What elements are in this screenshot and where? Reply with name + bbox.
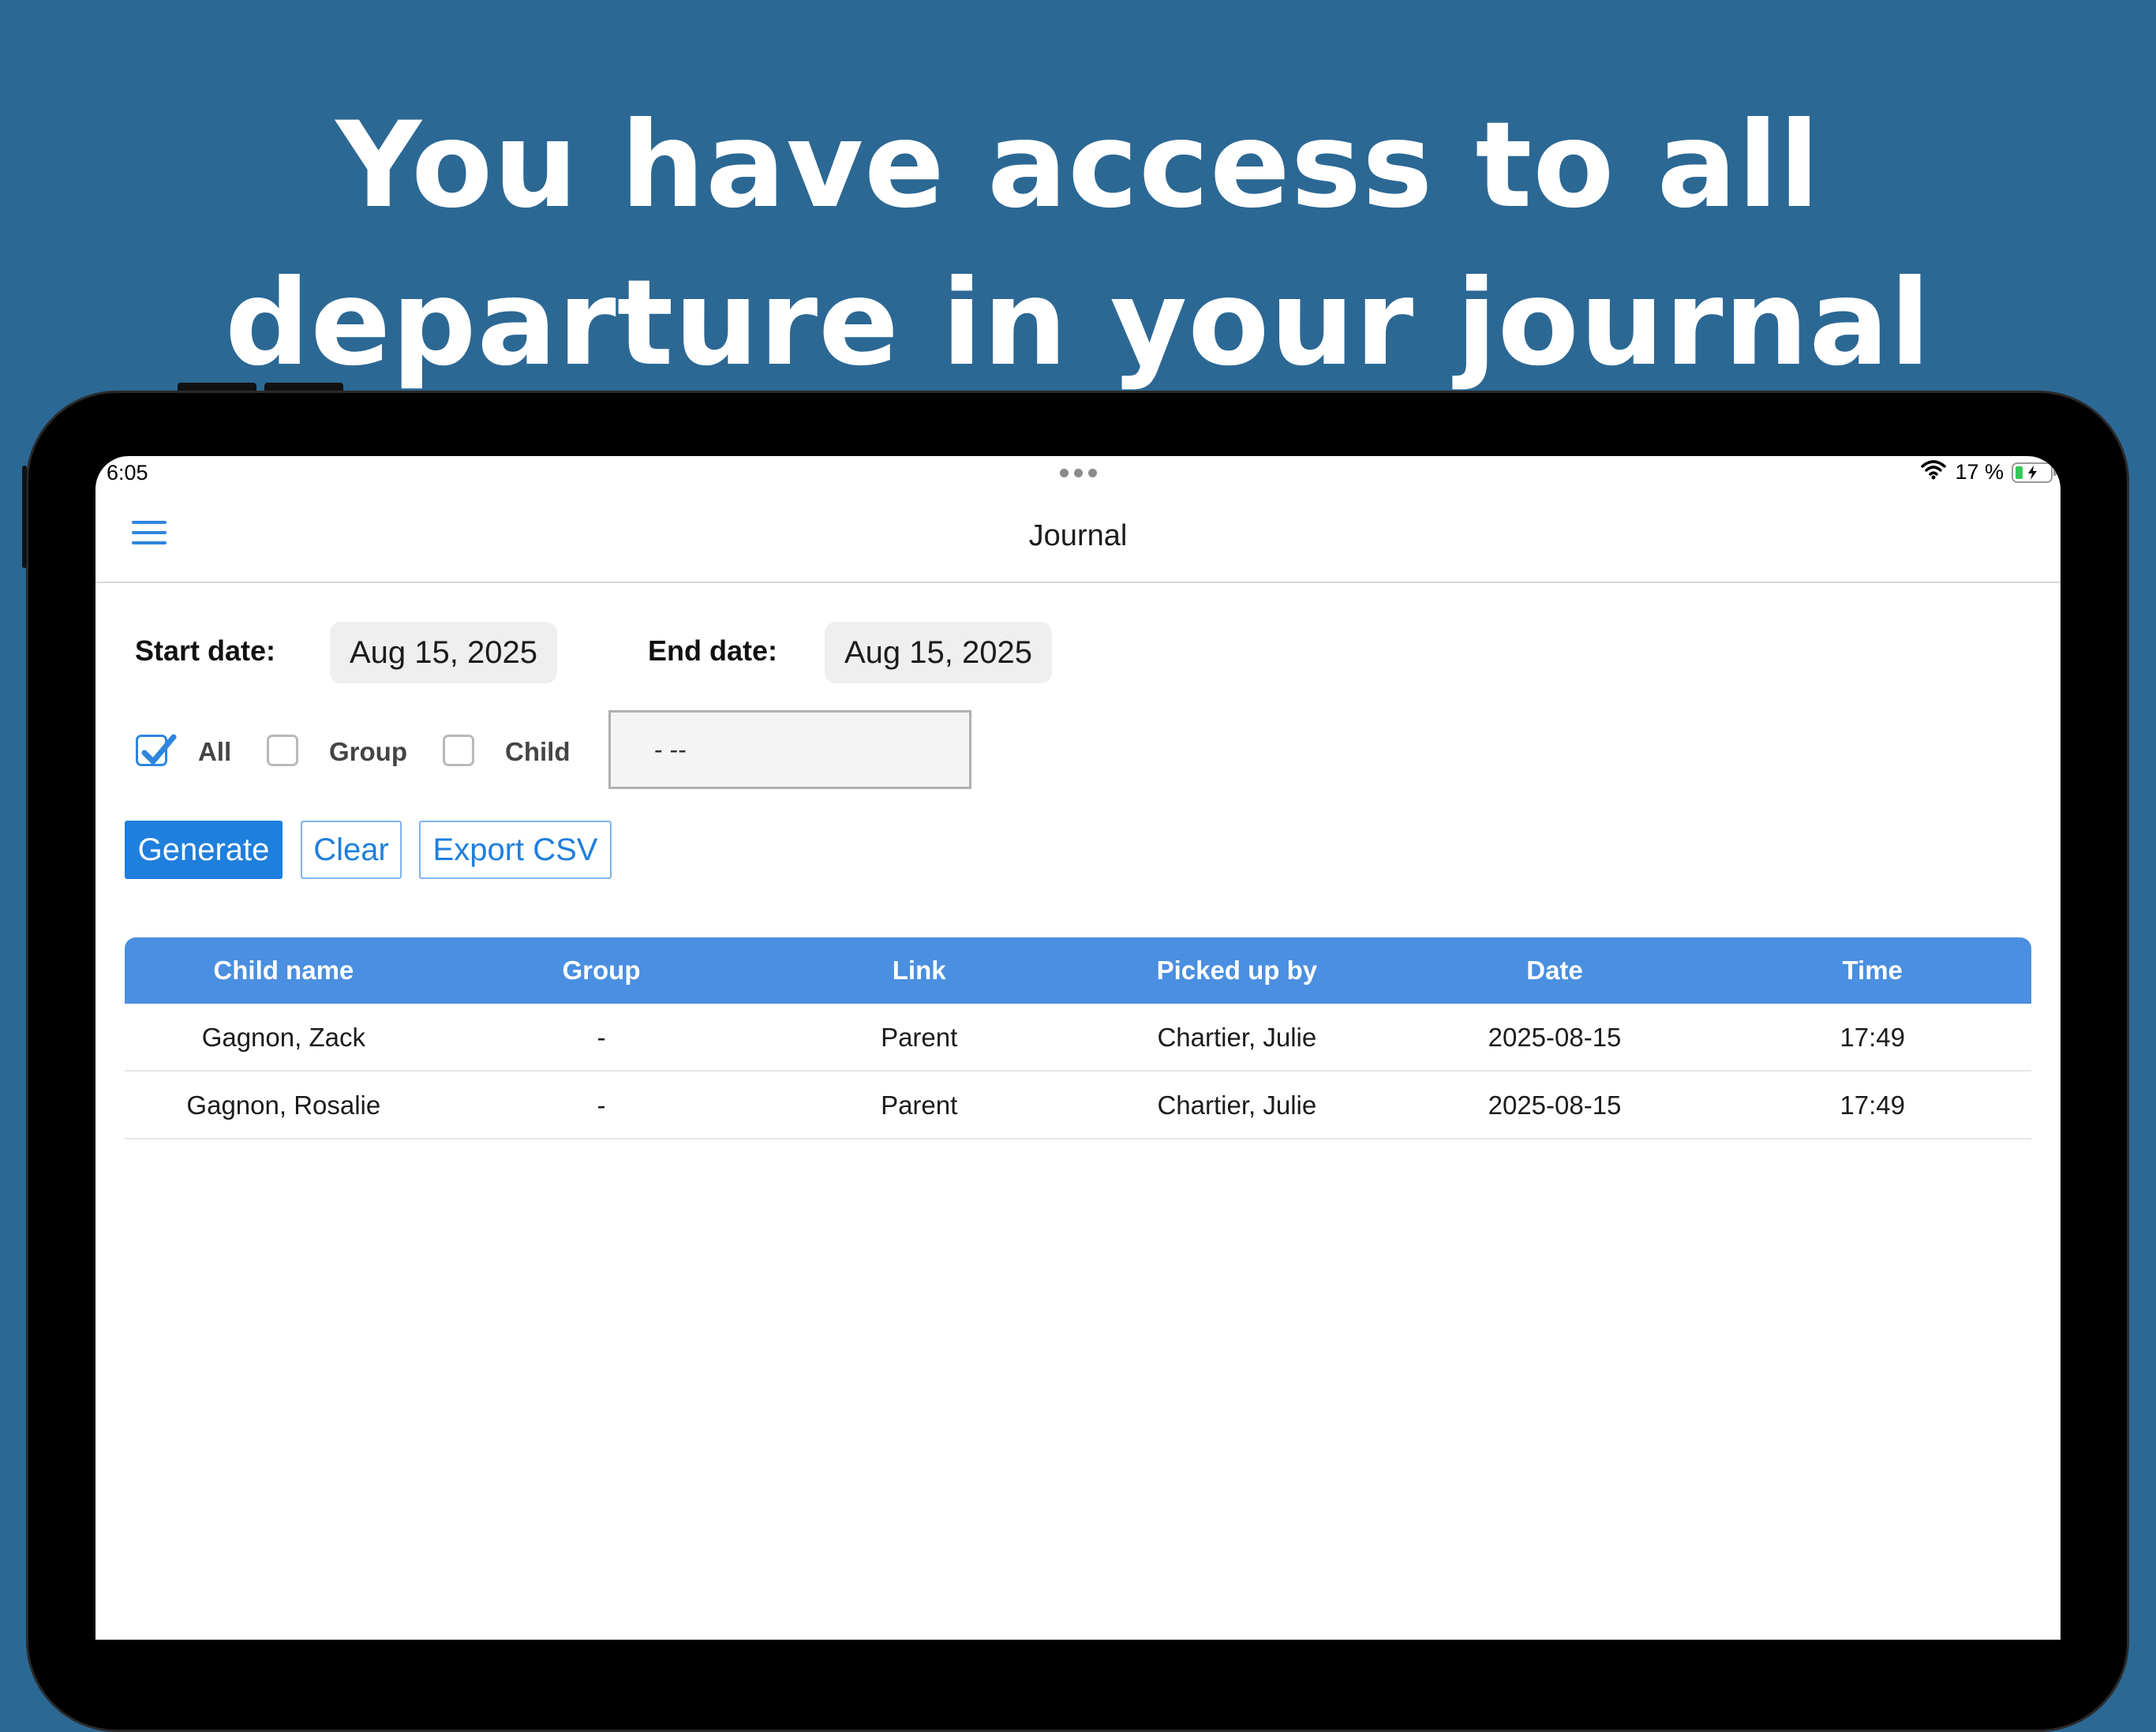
child-checkbox-label[interactable]: Child bbox=[505, 737, 570, 767]
headline-line-2: departure in your journal bbox=[225, 255, 1931, 392]
cell-child-name: Gagnon, Rosalie bbox=[186, 1090, 381, 1120]
headline-line-1: You have access to all bbox=[335, 97, 1821, 234]
end-date-label: End date: bbox=[648, 634, 778, 667]
multitasking-dots[interactable] bbox=[1060, 462, 1097, 477]
cell-group: - bbox=[597, 1023, 606, 1052]
column-header-link[interactable]: Link bbox=[760, 937, 1078, 1004]
cell-group: - bbox=[597, 1090, 606, 1120]
cell-link: Parent bbox=[881, 1090, 958, 1120]
page-title: Journal bbox=[1028, 519, 1128, 552]
cell-time: 17:49 bbox=[1840, 1023, 1905, 1052]
status-bar: 6:05 17 % bbox=[95, 456, 2061, 492]
cell-link: Parent bbox=[881, 1023, 958, 1052]
child-checkbox[interactable] bbox=[443, 735, 474, 766]
all-checkbox[interactable] bbox=[136, 734, 177, 766]
cell-picked-up-by: Chartier, Julie bbox=[1157, 1090, 1317, 1120]
cell-date: 2025-08-15 bbox=[1488, 1023, 1622, 1052]
status-time: 6:05 bbox=[107, 461, 148, 484]
headline: You have access to all departure in your… bbox=[0, 87, 2156, 402]
nav-bar: Journal bbox=[95, 492, 2061, 583]
start-date-label: Start date: bbox=[135, 634, 276, 667]
device-button bbox=[264, 383, 343, 391]
journal-table: Child name Group Link Picked up by Date … bbox=[125, 937, 2031, 1139]
cell-time: 17:49 bbox=[1840, 1090, 1905, 1120]
table-row[interactable]: Gagnon, Rosalie - Parent Chartier, Julie… bbox=[125, 1072, 2031, 1139]
battery-percent: 17 % bbox=[1955, 460, 2004, 484]
device-side-button bbox=[22, 466, 27, 568]
clear-button[interactable]: Clear bbox=[301, 821, 402, 879]
column-header-picked-up-by[interactable]: Picked up by bbox=[1078, 937, 1396, 1004]
battery-charging-icon bbox=[2012, 462, 2057, 483]
status-right: 17 % bbox=[1920, 459, 2057, 485]
export-csv-button[interactable]: Export CSV bbox=[419, 821, 612, 879]
table-header: Child name Group Link Picked up by Date … bbox=[125, 937, 2031, 1004]
cell-date: 2025-08-15 bbox=[1488, 1090, 1622, 1120]
app-screen: 6:05 17 % Journal Start date: Aug 15, 20… bbox=[95, 456, 2061, 1640]
column-header-group[interactable]: Group bbox=[443, 937, 761, 1004]
table-row[interactable]: Gagnon, Zack - Parent Chartier, Julie 20… bbox=[125, 1004, 2031, 1072]
column-header-time[interactable]: Time bbox=[1713, 937, 2031, 1004]
device-button bbox=[178, 383, 256, 391]
group-checkbox[interactable] bbox=[267, 735, 298, 766]
wifi-icon bbox=[1920, 459, 1947, 485]
column-header-child-name[interactable]: Child name bbox=[125, 937, 443, 1004]
generate-button[interactable]: Generate bbox=[125, 821, 283, 879]
group-checkbox-label[interactable]: Group bbox=[329, 737, 407, 767]
cell-picked-up-by: Chartier, Julie bbox=[1157, 1023, 1317, 1052]
child-select[interactable]: - -- bbox=[608, 710, 971, 789]
all-checkbox-label[interactable]: All bbox=[198, 737, 231, 767]
column-header-date[interactable]: Date bbox=[1396, 937, 1714, 1004]
cell-child-name: Gagnon, Zack bbox=[201, 1023, 365, 1052]
end-date-picker[interactable]: Aug 15, 2025 bbox=[825, 622, 1052, 683]
start-date-picker[interactable]: Aug 15, 2025 bbox=[330, 622, 557, 683]
